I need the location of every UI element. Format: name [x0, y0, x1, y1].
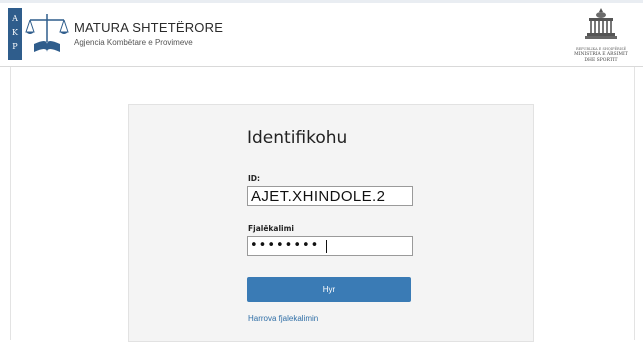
id-input-value: AJET.XHINDOLE.2: [251, 188, 386, 205]
header-band: [0, 0, 643, 3]
login-title: Identifikohu: [247, 128, 348, 148]
akp-letter-k: K: [12, 28, 18, 37]
password-input[interactable]: ••••••••: [247, 236, 413, 256]
akp-logo[interactable]: A K P: [8, 8, 70, 60]
ministry-line-3: DHE SPORTIT: [584, 58, 618, 63]
ministry-logo[interactable]: REPUBLIKA E SHQIPËRISË MINISTRIA E ARSIM…: [566, 6, 636, 64]
password-input-value: ••••••••: [250, 238, 320, 253]
forgot-password-link[interactable]: Harrova fjalekalimin: [248, 314, 318, 323]
text-caret: [326, 240, 327, 253]
ministry-name: REPUBLIKA E SHQIPËRISË MINISTRIA E ARSIM…: [566, 46, 636, 64]
org-title: MATURA SHTETËRORE: [74, 20, 224, 35]
akp-letters: A K P: [8, 8, 22, 60]
login-button[interactable]: Hyr: [247, 277, 411, 302]
government-building-seal-icon: [585, 8, 617, 39]
scales-book-logo-icon: [25, 14, 69, 52]
id-label: ID:: [248, 174, 261, 183]
org-subtitle: Agjencia Kombëtare e Provimeve: [74, 38, 193, 47]
akp-letter-p: P: [12, 42, 18, 51]
site-header: A K P MATURA SHTETËRORE Agjencia Kombëta…: [0, 0, 643, 67]
akp-letter-a: A: [12, 14, 18, 23]
password-label: Fjalëkalimi: [248, 224, 294, 233]
id-input[interactable]: AJET.XHINDOLE.2: [247, 186, 413, 206]
